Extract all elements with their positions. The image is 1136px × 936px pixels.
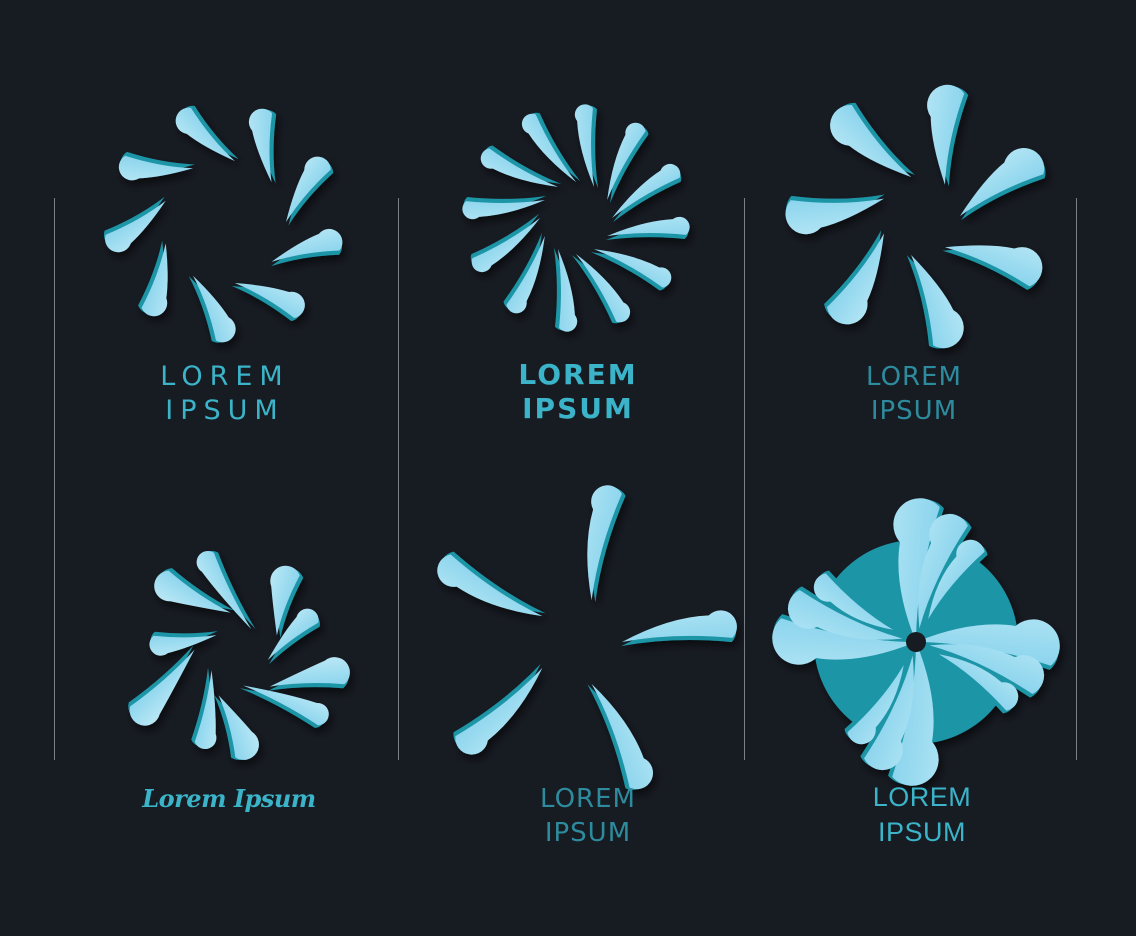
swirl-logo-5-graphic (437, 485, 737, 790)
logo1-petal-4 (188, 275, 236, 343)
logo3-petal-1 (960, 148, 1046, 221)
swirl-logo-4 (126, 544, 350, 768)
swirl-logo-1 (103, 105, 343, 343)
caption-logo-4-line-1: Lorem Ipsum (142, 784, 316, 813)
caption-logo-6: LOREM IPSUM (820, 780, 1024, 850)
caption-logo-2-line-2: IPSUM (522, 392, 634, 425)
logo1-petal-2 (271, 228, 343, 267)
swirl-logo-2-graphic (462, 104, 690, 332)
logo3-petal-4 (824, 230, 884, 325)
logo1-petal-6 (103, 196, 166, 253)
logo5-petal-3 (453, 664, 543, 755)
swirl-logo-3 (785, 84, 1046, 349)
logo3-petal-6 (830, 102, 915, 178)
caption-logo-3-line-2: IPSUM (870, 396, 958, 426)
caption-logo-6-line-1: LOREM (872, 782, 972, 812)
caption-logo-6-line-2: IPSUM (877, 817, 966, 847)
caption-logo-3-line-1: LOREM (866, 362, 962, 392)
divider-1 (54, 198, 55, 760)
logo3-petal-7 (927, 84, 969, 187)
caption-logo-5-line-2: IPSUM (544, 818, 632, 848)
logo1-petal-7 (118, 151, 195, 181)
caption-logo-1-line-1: LOREM (160, 361, 290, 392)
swirl-logo-6 (772, 498, 1060, 786)
logo4-petal-7 (149, 631, 218, 656)
divider-3 (744, 198, 745, 760)
caption-logo-4: Lorem Ipsum (124, 784, 334, 814)
caption-logo-1: LOREM IPSUM (110, 360, 340, 428)
logo1-petal-8 (175, 105, 239, 161)
logo4-petal-9 (196, 550, 256, 630)
logo4-petal-3 (239, 685, 329, 728)
logo1-petal-5 (138, 240, 168, 317)
caption-logo-2: LOREM IPSUM (476, 358, 680, 426)
swirl-logo-5 (437, 485, 737, 790)
swirl-logo-3-graphic (785, 84, 1046, 349)
swirl-logo-4-graphic (128, 550, 350, 760)
logo5-petal-1 (621, 610, 737, 647)
swirl-logo-2 (462, 104, 690, 332)
logo3-petal-5 (785, 194, 885, 235)
logo5-petal-2 (587, 683, 653, 790)
caption-logo-3: LOREM IPSUM (812, 360, 1016, 428)
caption-logo-1-line-2: IPSUM (165, 395, 285, 426)
logo3-petal-2 (942, 245, 1043, 290)
divider-4 (1076, 198, 1077, 760)
caption-logo-2-line-1: LOREM (518, 358, 638, 391)
caption-logo-5: LOREM IPSUM (486, 782, 690, 850)
divider-2 (398, 198, 399, 760)
logo6-core (906, 632, 926, 652)
logo4-petal-5 (191, 667, 217, 750)
logo5-petal-4 (437, 551, 546, 617)
caption-logo-5-line-1: LOREM (540, 784, 636, 814)
swirl-logo-1-graphic (103, 105, 343, 343)
logo5-petal-5 (587, 485, 626, 603)
logo1-petal-3 (231, 283, 305, 322)
swirl-logo-6-graphic (772, 498, 1060, 786)
logo1-petal-9 (248, 108, 277, 184)
logo3-petal-3 (906, 254, 964, 349)
logo1-petal-1 (286, 156, 334, 226)
